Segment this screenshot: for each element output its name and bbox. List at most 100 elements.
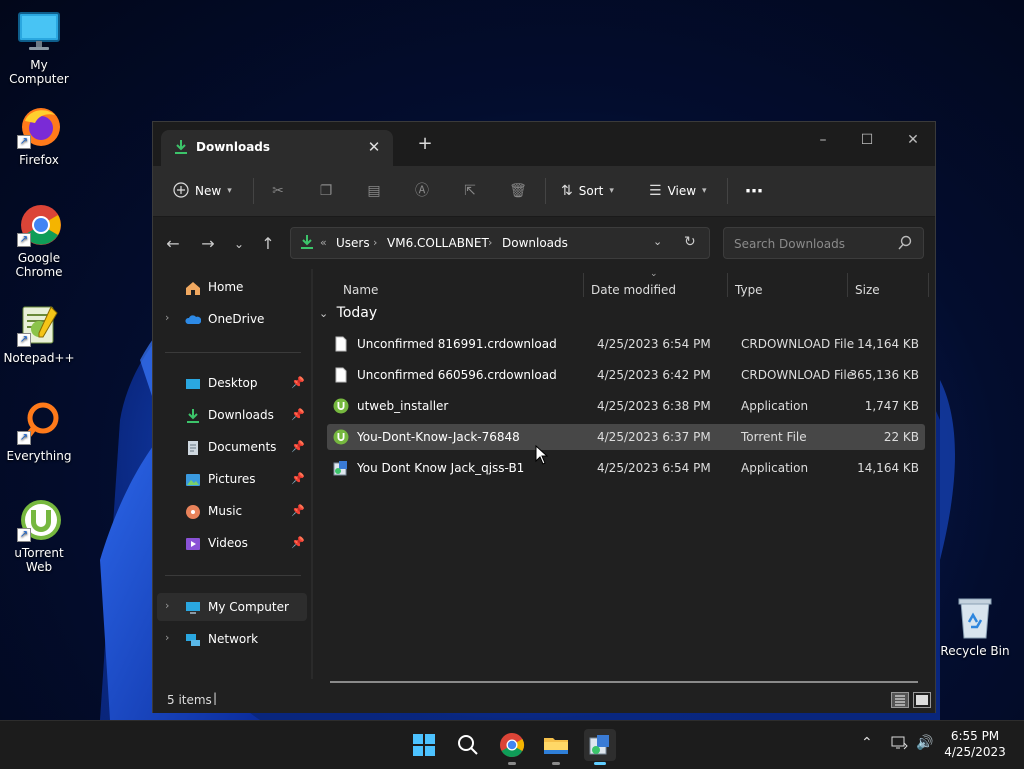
minimize-button[interactable]: – <box>801 126 845 154</box>
desktop-icon-chrome[interactable]: ↗ Google Chrome <box>0 203 78 279</box>
pin-icon[interactable]: 📌 <box>291 536 305 549</box>
desktop-icon-utorrent[interactable]: ↗ uTorrent Web <box>0 498 78 574</box>
desktop-icon-recycle-bin[interactable]: Recycle Bin <box>936 596 1014 658</box>
expand-chevron-icon[interactable]: › <box>165 631 169 644</box>
network-tray-icon[interactable] <box>891 735 909 755</box>
view-button[interactable]: ☰ View ▾ <box>649 178 707 204</box>
close-window-button[interactable]: ✕ <box>891 126 935 154</box>
nav-item-home[interactable]: Home <box>157 273 307 301</box>
firefox-icon: ↗ <box>17 105 61 149</box>
navigation-pane: Home › OneDrive Desktop 📌 Downloads 📌 Do… <box>153 269 311 671</box>
nav-item-music[interactable]: Music 📌 <box>157 497 307 525</box>
file-explorer-taskbar-button[interactable] <box>540 729 572 765</box>
group-header-today[interactable]: ⌄ Today <box>319 305 377 321</box>
sort-button[interactable]: ⇅ Sort ▾ <box>561 178 614 204</box>
paste-button[interactable]: ▤ <box>365 178 383 204</box>
desktop-icon-everything[interactable]: ↗ Everything <box>0 401 78 463</box>
details-view-button[interactable] <box>891 692 909 708</box>
table-row[interactable]: utweb_installer 4/25/2023 6:38 PM Applic… <box>327 393 925 419</box>
column-header-name[interactable]: Name <box>343 277 378 303</box>
rename-button[interactable]: Ⓐ <box>413 178 431 204</box>
table-row[interactable]: Unconfirmed 660596.crdownload 4/25/2023 … <box>327 362 925 388</box>
maximize-button[interactable]: ☐ <box>845 126 889 154</box>
column-divider[interactable] <box>583 273 584 297</box>
column-divider[interactable] <box>928 273 929 297</box>
search-taskbar-button[interactable] <box>452 729 484 761</box>
pin-icon[interactable]: 📌 <box>291 376 305 389</box>
nav-item-onedrive[interactable]: › OneDrive <box>157 305 307 333</box>
delete-button[interactable]: 🗑 <box>509 178 527 204</box>
nav-item-my-computer[interactable]: › My Computer <box>157 593 307 621</box>
address-dropdown-icon[interactable]: ⌄ <box>653 235 662 248</box>
file-name: Unconfirmed 816991.crdownload <box>357 337 557 351</box>
pin-icon[interactable]: 📌 <box>291 408 305 421</box>
installer-taskbar-button[interactable] <box>584 729 616 765</box>
recent-locations-button[interactable]: ⌄ <box>227 233 251 257</box>
close-tab-icon[interactable]: ✕ <box>363 136 385 158</box>
nav-item-videos[interactable]: Videos 📌 <box>157 529 307 557</box>
column-header-date[interactable]: Date modified <box>591 277 676 303</box>
nav-item-downloads[interactable]: Downloads 📌 <box>157 401 307 429</box>
refresh-icon[interactable]: ↻ <box>684 234 696 250</box>
table-row-selected[interactable]: You-Dont-Know-Jack-76848 4/25/2023 6:37 … <box>327 424 925 450</box>
desktop-icon-my-computer[interactable]: My Computer <box>0 10 78 86</box>
nav-label: Videos <box>208 536 248 550</box>
up-button[interactable]: ↑ <box>256 233 280 257</box>
toolbar-divider <box>545 178 546 204</box>
chrome-taskbar-button[interactable] <box>496 729 528 765</box>
blank-file-icon <box>333 367 349 383</box>
file-name: Unconfirmed 660596.crdownload <box>357 368 557 382</box>
address-bar[interactable]: « Users › VM6.COLLABNET › Downloads ⌄ ↻ <box>290 227 710 259</box>
pin-icon[interactable]: 📌 <box>291 440 305 453</box>
new-tab-button[interactable]: + <box>415 134 435 154</box>
desktop-icon-notepadpp[interactable]: ↗ Notepad++ <box>0 303 78 365</box>
breadcrumb-separator[interactable]: › <box>488 236 492 249</box>
nav-item-network[interactable]: › Network <box>157 625 307 653</box>
column-header-type[interactable]: Type <box>735 277 763 303</box>
share-button[interactable]: ⇱ <box>461 178 479 204</box>
expand-chevron-icon[interactable]: › <box>165 311 169 324</box>
clock[interactable]: 6:55 PM 4/25/2023 <box>932 728 1018 760</box>
copy-button[interactable]: ❐ <box>317 178 335 204</box>
tiles-view-button[interactable] <box>913 692 931 708</box>
volume-icon[interactable]: 🔊 <box>916 735 933 751</box>
file-size: 14,164 KB <box>857 337 919 351</box>
pin-icon[interactable]: 📌 <box>291 472 305 485</box>
copy-icon: ❐ <box>319 183 333 199</box>
search-box[interactable] <box>723 227 924 259</box>
horizontal-scrollbar[interactable] <box>330 681 918 683</box>
expand-chevron-icon[interactable]: › <box>165 599 169 612</box>
breadcrumb-separator[interactable]: › <box>373 236 377 249</box>
breadcrumb-overflow[interactable]: « <box>320 236 327 249</box>
table-row[interactable]: You Dont Know Jack_qjss-B1 4/25/2023 6:5… <box>327 455 925 481</box>
chevron-down-icon: ▾ <box>609 186 614 196</box>
cut-button[interactable]: ✂ <box>269 178 287 204</box>
start-button[interactable] <box>408 729 440 761</box>
column-divider[interactable] <box>727 273 728 297</box>
search-icon[interactable] <box>897 235 913 251</box>
collapse-chevron-icon[interactable]: ⌄ <box>319 307 328 320</box>
more-options-button[interactable]: ⋯ <box>745 178 763 204</box>
command-bar: New ▾ ✂ ❐ ▤ Ⓐ ⇱ 🗑 ⇅ Sort ▾ ☰ View ▾ ⋯ <box>153 166 935 217</box>
search-input[interactable] <box>732 234 896 254</box>
desktop-icon-firefox[interactable]: ↗ Firefox <box>0 105 78 167</box>
column-divider[interactable] <box>847 273 848 297</box>
table-row[interactable]: Unconfirmed 816991.crdownload 4/25/2023 … <box>327 331 925 357</box>
rename-icon: Ⓐ <box>415 183 429 199</box>
file-name: You-Dont-Know-Jack-76848 <box>357 430 520 444</box>
nav-item-pictures[interactable]: Pictures 📌 <box>157 465 307 493</box>
breadcrumb-downloads[interactable]: Downloads <box>502 236 568 250</box>
pin-icon[interactable]: 📌 <box>291 504 305 517</box>
show-hidden-icons-button[interactable]: ⌃ <box>861 735 873 751</box>
tab-downloads[interactable]: Downloads ✕ <box>161 130 393 166</box>
title-bar[interactable]: Downloads ✕ + – ☐ ✕ <box>153 122 935 166</box>
nav-item-documents[interactable]: Documents 📌 <box>157 433 307 461</box>
breadcrumb-vm6[interactable]: VM6.COLLABNET <box>387 236 489 250</box>
column-header-size[interactable]: Size <box>855 277 880 303</box>
back-button[interactable]: ← <box>161 233 185 257</box>
new-button[interactable]: New ▾ <box>173 178 232 204</box>
nav-item-desktop[interactable]: Desktop 📌 <box>157 369 307 397</box>
breadcrumb-users[interactable]: Users <box>336 236 370 250</box>
file-type: Torrent File <box>741 430 807 444</box>
forward-button[interactable]: → <box>196 233 220 257</box>
